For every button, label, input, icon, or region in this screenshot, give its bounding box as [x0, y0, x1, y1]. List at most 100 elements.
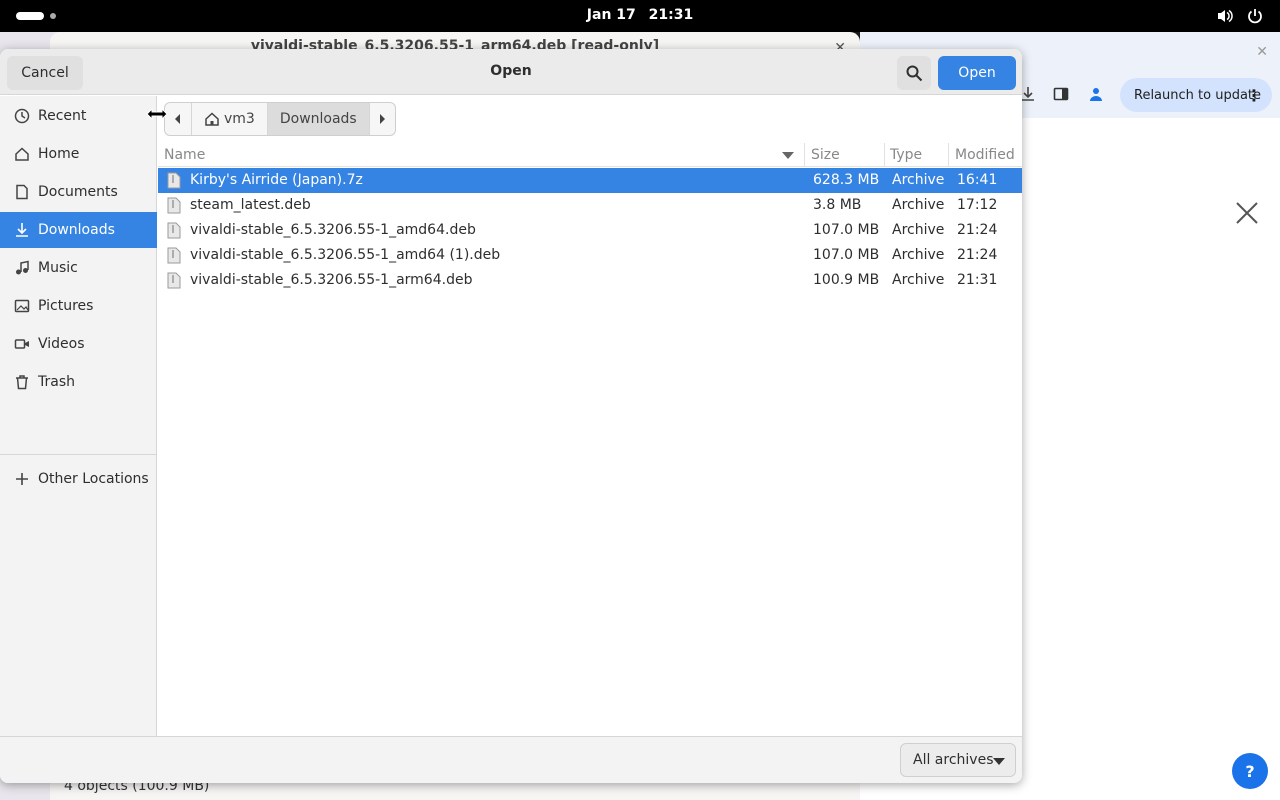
archive-file-icon: [167, 172, 181, 189]
top-bar: Jan 17 21:31: [0, 0, 1280, 32]
sidebar-item-label: Other Locations: [38, 471, 149, 487]
volume-icon[interactable]: [1216, 7, 1234, 25]
file-size: 628.3 MB: [813, 172, 880, 188]
column-header-name[interactable]: Name: [164, 147, 205, 163]
clock-date: Jan 17: [586, 7, 636, 23]
file-size: 107.0 MB: [813, 247, 880, 263]
file-name: Kirby's Airride (Japan).7z: [190, 172, 363, 188]
file-type: Archive: [892, 247, 945, 263]
column-header-size[interactable]: Size: [811, 147, 840, 163]
path-forward-button[interactable]: [368, 103, 395, 135]
file-row[interactable]: vivaldi-stable_6.5.3206.55-1_amd64.deb 1…: [158, 218, 1022, 243]
file-type: Archive: [892, 272, 945, 288]
help-button[interactable]: ?: [1232, 753, 1268, 789]
archive-file-icon: [167, 222, 181, 239]
file-row[interactable]: steam_latest.deb 3.8 MB Archive 17:12: [158, 193, 1022, 218]
column-divider: [884, 143, 885, 167]
relaunch-label: Relaunch to update: [1134, 87, 1262, 103]
path-segment-label: Downloads: [279, 111, 357, 127]
path-back-button[interactable]: [165, 103, 191, 135]
close-icon[interactable]: ✕: [1256, 44, 1268, 60]
open-button[interactable]: Open: [938, 56, 1016, 90]
sidebar-divider: [0, 454, 157, 455]
sidebar-item-videos[interactable]: Videos: [0, 326, 157, 362]
sidebar-item-downloads[interactable]: Downloads: [0, 212, 157, 248]
profile-icon[interactable]: [1088, 86, 1104, 102]
sidebar-item-label: Home: [38, 146, 80, 162]
file-filter-dropdown[interactable]: All archives: [900, 743, 1016, 777]
chevron-down-icon: [993, 758, 1005, 765]
file-chooser-dialog: Cancel Open Open Recent Home Documents D…: [0, 49, 1022, 783]
sidebar-item-trash[interactable]: Trash: [0, 364, 157, 400]
path-segment-label: vm3: [224, 111, 255, 127]
video-icon: [14, 339, 29, 349]
path-bar: vm3 Downloads: [164, 102, 396, 136]
file-row[interactable]: Kirby's Airride (Japan).7z 628.3 MB Arch…: [158, 168, 1022, 193]
file-size: 100.9 MB: [813, 272, 880, 288]
file-list-header: Name Size Type Modified: [158, 143, 1022, 167]
file-row[interactable]: vivaldi-stable_6.5.3206.55-1_amd64 (1).d…: [158, 243, 1022, 268]
document-icon: [16, 184, 28, 200]
file-modified: 21:24: [957, 222, 998, 238]
download-icon: [16, 223, 28, 237]
file-modified: 16:41: [957, 172, 998, 188]
power-icon[interactable]: [1246, 7, 1264, 25]
path-segment-home[interactable]: vm3: [191, 103, 267, 135]
clock-icon: [14, 108, 30, 124]
sidebar-item-label: Documents: [38, 184, 118, 200]
dialog-title: Open: [490, 63, 532, 79]
column-divider: [804, 143, 805, 167]
column-header-type[interactable]: Type: [890, 147, 922, 163]
dialog-headerbar: Cancel Open Open: [0, 49, 1022, 95]
search-icon: [906, 65, 923, 82]
sidebar-item-label: Pictures: [38, 298, 94, 314]
sidebar-item-label: Downloads: [38, 222, 115, 238]
chevron-right-icon: [380, 114, 386, 124]
file-modified: 21:31: [957, 272, 998, 288]
search-button[interactable]: [897, 56, 931, 90]
file-type: Archive: [892, 222, 945, 238]
archive-file-icon: [167, 272, 181, 289]
file-size: 107.0 MB: [813, 222, 880, 238]
picture-icon: [14, 299, 30, 313]
sidebar-item-home[interactable]: Home: [0, 136, 157, 172]
file-name: steam_latest.deb: [190, 197, 311, 213]
file-modified: 21:24: [957, 247, 998, 263]
home-icon: [205, 112, 219, 126]
clock[interactable]: Jan 17 21:31: [0, 7, 1280, 23]
file-modified: 17:12: [957, 197, 998, 213]
file-filter-label: All archives: [913, 752, 994, 768]
sidebar-item-other-locations[interactable]: Other Locations: [0, 461, 157, 497]
path-segment-downloads[interactable]: Downloads: [266, 103, 369, 135]
file-type: Archive: [892, 197, 945, 213]
download-icon[interactable]: [1020, 86, 1036, 102]
archive-file-icon: [167, 247, 181, 264]
relaunch-to-update-button[interactable]: Relaunch to update ⋮: [1120, 78, 1272, 112]
sidebar-item-label: Music: [38, 260, 78, 276]
chevron-left-icon: [175, 114, 180, 124]
file-name: vivaldi-stable_6.5.3206.55-1_arm64.deb: [190, 272, 473, 288]
system-tray[interactable]: [1216, 7, 1264, 25]
more-menu-icon[interactable]: ⋮: [1246, 86, 1262, 105]
dialog-footer: All archives: [0, 736, 1022, 783]
sidebar-item-recent[interactable]: Recent: [0, 98, 157, 134]
sidebar-item-label: Trash: [38, 374, 75, 390]
side-panel-icon[interactable]: [1053, 86, 1069, 102]
sort-descending-icon: [782, 152, 794, 159]
plus-icon: [16, 473, 28, 485]
sidebar-item-pictures[interactable]: Pictures: [0, 288, 157, 324]
clock-time: 21:31: [648, 7, 694, 23]
column-divider: [948, 143, 949, 167]
sidebar-item-music[interactable]: Music: [0, 250, 157, 286]
sidebar-item-label: Recent: [38, 108, 87, 124]
file-name: vivaldi-stable_6.5.3206.55-1_amd64 (1).d…: [190, 247, 501, 263]
file-type: Archive: [892, 172, 945, 188]
places-sidebar: Recent Home Documents Downloads Music Pi…: [0, 96, 157, 736]
close-icon[interactable]: [1234, 200, 1260, 226]
sidebar-item-label: Videos: [38, 336, 85, 352]
file-list: Name Size Type Modified Kirby's Airride …: [158, 143, 1022, 736]
archive-file-icon: [167, 197, 181, 214]
column-header-modified[interactable]: Modified: [955, 147, 1015, 163]
file-row[interactable]: vivaldi-stable_6.5.3206.55-1_arm64.deb 1…: [158, 268, 1022, 293]
sidebar-item-documents[interactable]: Documents: [0, 174, 157, 210]
